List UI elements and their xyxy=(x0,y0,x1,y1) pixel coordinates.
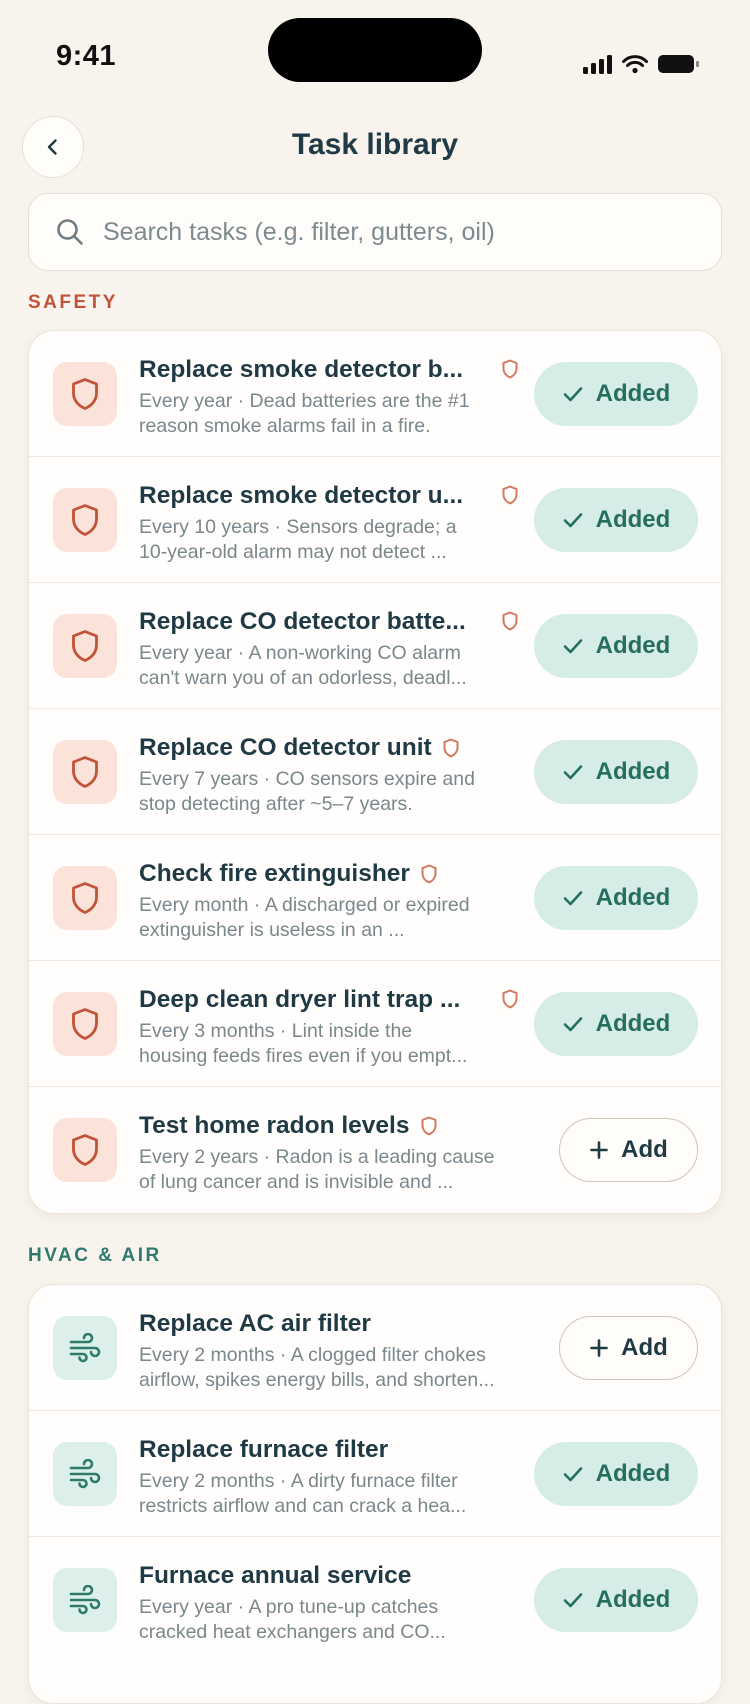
task-row: Replace smoke detector u... Every 10 yea… xyxy=(29,457,721,583)
task-description: Every 7 years · CO sensors expire and st… xyxy=(139,768,475,815)
add-button[interactable]: Add xyxy=(559,1316,698,1380)
check-icon xyxy=(563,891,582,906)
wind-icon xyxy=(53,1316,117,1380)
task-description: Every 3 months · Lint inside the housing… xyxy=(139,1020,468,1067)
wifi-icon xyxy=(622,55,648,74)
task-title: Test home radon levels xyxy=(139,1112,410,1139)
check-icon xyxy=(563,765,582,780)
check-icon xyxy=(563,1593,582,1608)
task-description: Every year · Dead batteries are the #1 r… xyxy=(139,390,470,437)
cellular-signal-icon xyxy=(583,54,612,74)
task-description: Every year · A non-working CO alarm can'… xyxy=(139,642,467,689)
check-icon xyxy=(563,513,582,528)
added-button[interactable]: Added xyxy=(534,362,698,426)
shield-badge-icon xyxy=(443,738,459,758)
shield-icon xyxy=(53,992,117,1056)
shield-badge-icon xyxy=(502,611,518,631)
task-title: Replace AC air filter xyxy=(139,1310,371,1337)
status-time: 9:41 xyxy=(56,40,117,72)
task-row: Replace CO detector batte... Every year … xyxy=(29,583,721,709)
task-title: Deep clean dryer lint trap ... xyxy=(139,986,461,1013)
task-description: Every year · A pro tune-up catches crack… xyxy=(139,1596,446,1643)
task-description: Every 2 years · Radon is a leading cause… xyxy=(139,1146,495,1193)
safety-task-list: Replace smoke detector b... Every year ·… xyxy=(28,330,722,1214)
shield-icon xyxy=(53,866,117,930)
shield-icon xyxy=(53,362,117,426)
shield-badge-icon xyxy=(502,485,518,505)
added-button[interactable]: Added xyxy=(534,1568,698,1632)
added-button[interactable]: Added xyxy=(534,1442,698,1506)
check-icon xyxy=(563,387,582,402)
page-title: Task library xyxy=(291,128,459,161)
shield-badge-icon xyxy=(502,359,518,379)
shield-icon xyxy=(53,740,117,804)
task-title: Replace CO detector batte... xyxy=(139,608,466,635)
added-button[interactable]: Added xyxy=(534,614,698,678)
task-title: Check fire extinguisher xyxy=(139,860,410,887)
wind-icon xyxy=(53,1568,117,1632)
shield-badge-icon xyxy=(421,864,437,884)
status-bar: 9:41 xyxy=(0,0,750,100)
hvac-task-list: Replace AC air filter Every 2 months · A… xyxy=(28,1284,722,1704)
search-icon xyxy=(57,219,83,245)
task-row: Deep clean dryer lint trap ... Every 3 m… xyxy=(29,961,721,1087)
battery-icon xyxy=(658,55,699,73)
dynamic-island xyxy=(268,18,482,82)
task-title: Replace furnace filter xyxy=(139,1436,389,1463)
added-button[interactable]: Added xyxy=(534,488,698,552)
check-icon xyxy=(563,1467,582,1482)
plus-icon xyxy=(590,1339,608,1357)
shield-icon xyxy=(53,1118,117,1182)
check-icon xyxy=(563,639,582,654)
check-icon xyxy=(563,1017,582,1032)
shield-badge-icon xyxy=(421,1116,436,1136)
search-input[interactable] xyxy=(101,216,705,248)
add-button[interactable]: Add xyxy=(559,1118,698,1182)
section-label-safety: SAFETY xyxy=(28,292,118,313)
section-label-hvac: HVAC & AIR xyxy=(28,1245,162,1266)
plus-icon xyxy=(590,1141,608,1159)
status-icons xyxy=(583,54,699,74)
task-row: Replace furnace filter Every 2 months · … xyxy=(29,1411,721,1537)
shield-icon xyxy=(53,488,117,552)
task-title: Replace CO detector unit xyxy=(139,734,432,761)
search-bar[interactable] xyxy=(28,193,722,271)
task-title: Replace smoke detector b... xyxy=(139,356,464,383)
task-row: Test home radon levels Every 2 years · R… xyxy=(29,1087,721,1213)
task-description: Every 10 years · Sensors degrade; a 10-y… xyxy=(139,516,457,563)
shield-icon xyxy=(53,614,117,678)
task-title: Replace smoke detector u... xyxy=(139,482,464,509)
task-description: Every month · A discharged or expired ex… xyxy=(139,894,470,941)
task-title: Furnace annual service xyxy=(139,1562,412,1589)
task-row: Replace AC air filter Every 2 months · A… xyxy=(29,1285,721,1411)
added-button[interactable]: Added xyxy=(534,866,698,930)
task-row: Replace CO detector unit Every 7 years ·… xyxy=(29,709,721,835)
added-button[interactable]: Added xyxy=(534,992,698,1056)
task-row: Furnace annual service Every year · A pr… xyxy=(29,1537,721,1663)
wind-icon xyxy=(53,1442,117,1506)
shield-badge-icon xyxy=(502,989,518,1009)
task-row: Check fire extinguisher Every month · A … xyxy=(29,835,721,961)
task-description: Every 2 months · A clogged filter chokes… xyxy=(139,1344,495,1391)
task-description: Every 2 months · A dirty furnace filter … xyxy=(139,1470,467,1517)
added-button[interactable]: Added xyxy=(534,740,698,804)
task-row: Replace smoke detector b... Every year ·… xyxy=(29,331,721,457)
